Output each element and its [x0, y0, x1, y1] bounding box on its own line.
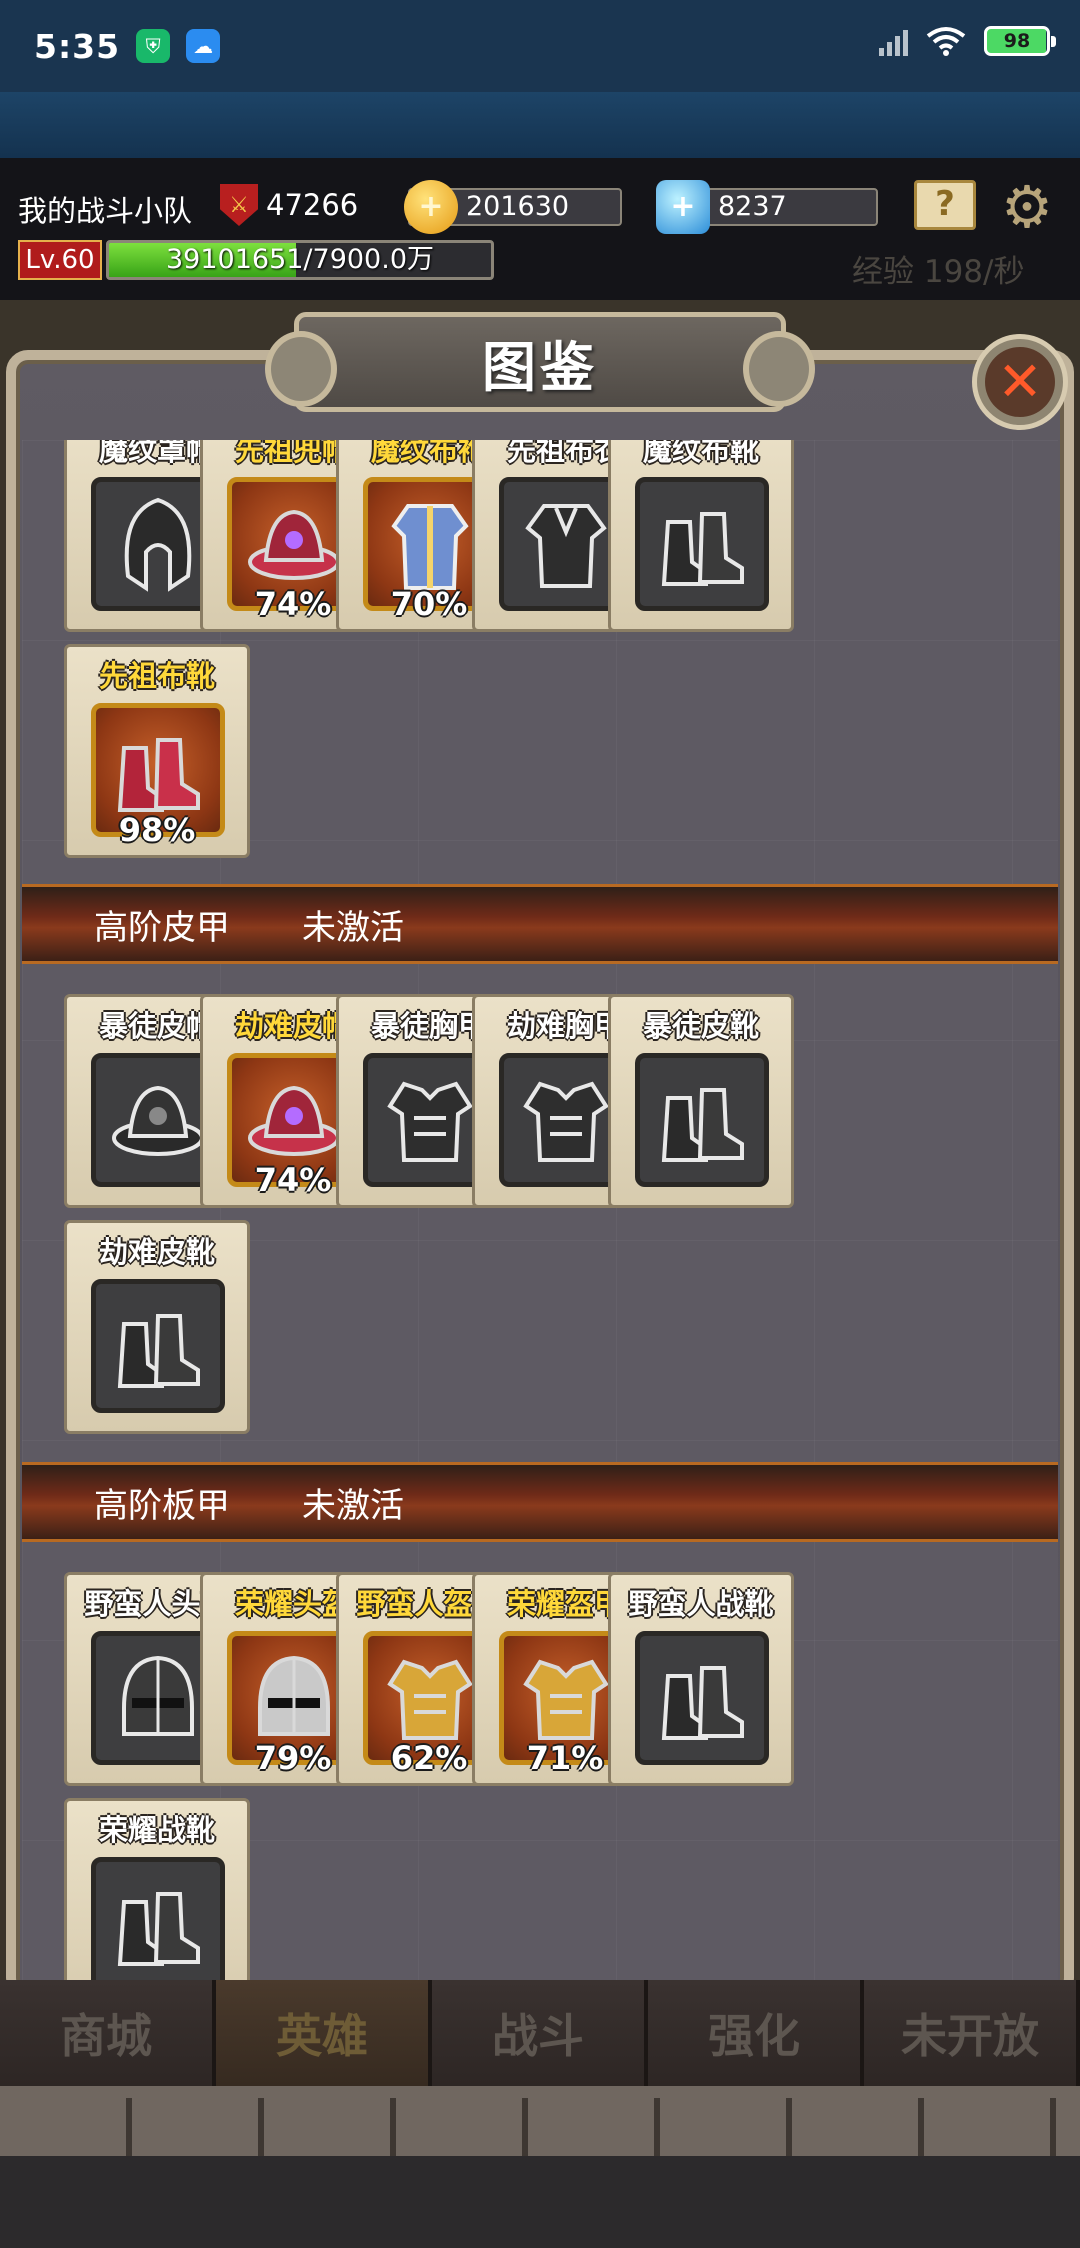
gold-coin-add-icon[interactable]: +: [404, 180, 458, 234]
chest-armor-icon: [523, 1081, 609, 1162]
exp-progress-bar: 39101651/7900.0万: [106, 240, 494, 280]
status-time: 5:35: [34, 26, 121, 66]
item-name: 暴徒皮靴: [642, 1009, 759, 1043]
item-name: 野蛮人战靴: [628, 1587, 774, 1621]
category-status: 未激活: [302, 1485, 404, 1526]
item-slot[interactable]: [635, 1631, 769, 1765]
item-name: 荣耀战靴: [98, 1813, 215, 1847]
item-name: 魔纹布靴: [642, 440, 759, 467]
category-name: 高阶板甲: [94, 1485, 230, 1526]
boots-icon: [661, 1088, 744, 1162]
hat-icon: [112, 1085, 204, 1156]
level-badge: Lv.60: [18, 240, 102, 280]
chest-armor-icon: [387, 1659, 473, 1740]
boots-icon: [661, 512, 744, 586]
item-progress: 98%: [118, 811, 196, 849]
signal-icon: [879, 26, 908, 56]
codex-scroll-area[interactable]: 魔纹罩帽 先祖兜帽 74% 魔纹布袍 70% 先祖布衣 魔纹布靴 先祖布靴 98% 高阶…: [22, 440, 1058, 2000]
robe-icon: [391, 504, 469, 590]
hat-icon: [248, 509, 340, 580]
category-header[interactable]: 高阶板甲 未激活: [22, 1462, 1058, 1542]
helmet-icon: [122, 1655, 194, 1736]
boots-icon: [117, 1314, 200, 1388]
gem-add-icon[interactable]: +: [656, 180, 710, 234]
gem-value: 8237: [718, 191, 787, 222]
nav-tab[interactable]: 商城: [0, 1980, 216, 2086]
status-indicators: 98: [879, 26, 1056, 56]
item-slot[interactable]: [91, 1279, 225, 1413]
close-button[interactable]: ✕: [972, 334, 1068, 430]
item-slot[interactable]: [635, 477, 769, 611]
codex-item-card[interactable]: 劫难皮靴: [64, 1220, 250, 1434]
cloth-icon: [525, 504, 607, 588]
gem-currency[interactable]: + 8237: [656, 180, 878, 234]
nav-tab[interactable]: 战斗: [432, 1980, 648, 2086]
codex-item-card[interactable]: 荣耀战靴: [64, 1798, 250, 2000]
codex-item-card[interactable]: 魔纹布靴: [608, 440, 794, 632]
exp-progress-text: 39101651/7900.0万: [166, 244, 434, 275]
gold-currency[interactable]: + 201630: [404, 180, 622, 234]
status-bar: 5:35 ⛨ ☁ 98: [0, 0, 1080, 92]
nav-tab[interactable]: 强化: [648, 1980, 864, 2086]
item-name: 先祖布靴: [98, 659, 215, 693]
hood-icon: [124, 497, 192, 592]
item-slot[interactable]: [91, 1857, 225, 1991]
nav-tab[interactable]: 英雄: [216, 1980, 432, 2086]
nav-tab[interactable]: 未开放: [864, 1980, 1080, 2086]
category-name: 高阶皮甲: [94, 907, 230, 948]
battery-icon: 98: [984, 26, 1056, 56]
hat-icon: [248, 1085, 340, 1156]
item-slot[interactable]: [635, 1053, 769, 1187]
power-value: 47266: [266, 188, 359, 222]
team-name: 我的战斗小队: [18, 194, 193, 228]
battery-level: 98: [1003, 30, 1031, 52]
category-status: 未激活: [302, 907, 404, 948]
chest-armor-icon: [387, 1081, 473, 1162]
boots-icon: [117, 738, 200, 812]
panel-title: 图鉴: [482, 335, 598, 399]
bottom-nav: 商城 英雄 战斗 强化 未开放: [0, 1980, 1080, 2086]
codex-item-card[interactable]: 野蛮人战靴: [608, 1572, 794, 1786]
category-header[interactable]: 高阶皮甲 未激活: [22, 884, 1058, 964]
codex-item-card[interactable]: 暴徒皮靴: [608, 994, 794, 1208]
gear-icon[interactable]: ⚙: [996, 178, 1058, 240]
exp-rate: 经验 198/秒: [852, 254, 1025, 290]
boots-icon: [661, 1666, 744, 1740]
power-shield-icon: ⚔: [220, 184, 258, 226]
game-header: 我的战斗小队 ⚔ 47266 + 201630 + 8237 ? ⚙ Lv.60…: [0, 158, 1080, 300]
title-plaque: 图鉴: [265, 312, 815, 412]
scene-background: [0, 92, 1080, 158]
close-icon: ✕: [985, 347, 1055, 417]
codex-panel: 魔纹罩帽 先祖兜帽 74% 魔纹布袍 70% 先祖布衣 魔纹布靴 先祖布靴 98% 高阶…: [0, 300, 1080, 2000]
item-name: 劫难皮靴: [98, 1235, 215, 1269]
boots-icon: [117, 1892, 200, 1966]
shield-app-icon: ⛨: [136, 29, 171, 63]
wifi-icon: [926, 27, 966, 56]
gold-value: 201630: [466, 191, 570, 222]
floor-decoration: [0, 2086, 1080, 2248]
chest-armor-icon: [523, 1659, 609, 1740]
codex-item-card[interactable]: 先祖布靴 98%: [64, 644, 250, 858]
help-book-icon[interactable]: ?: [914, 180, 976, 230]
helmet-icon: [258, 1655, 330, 1736]
cloud-app-icon: ☁: [186, 29, 221, 63]
